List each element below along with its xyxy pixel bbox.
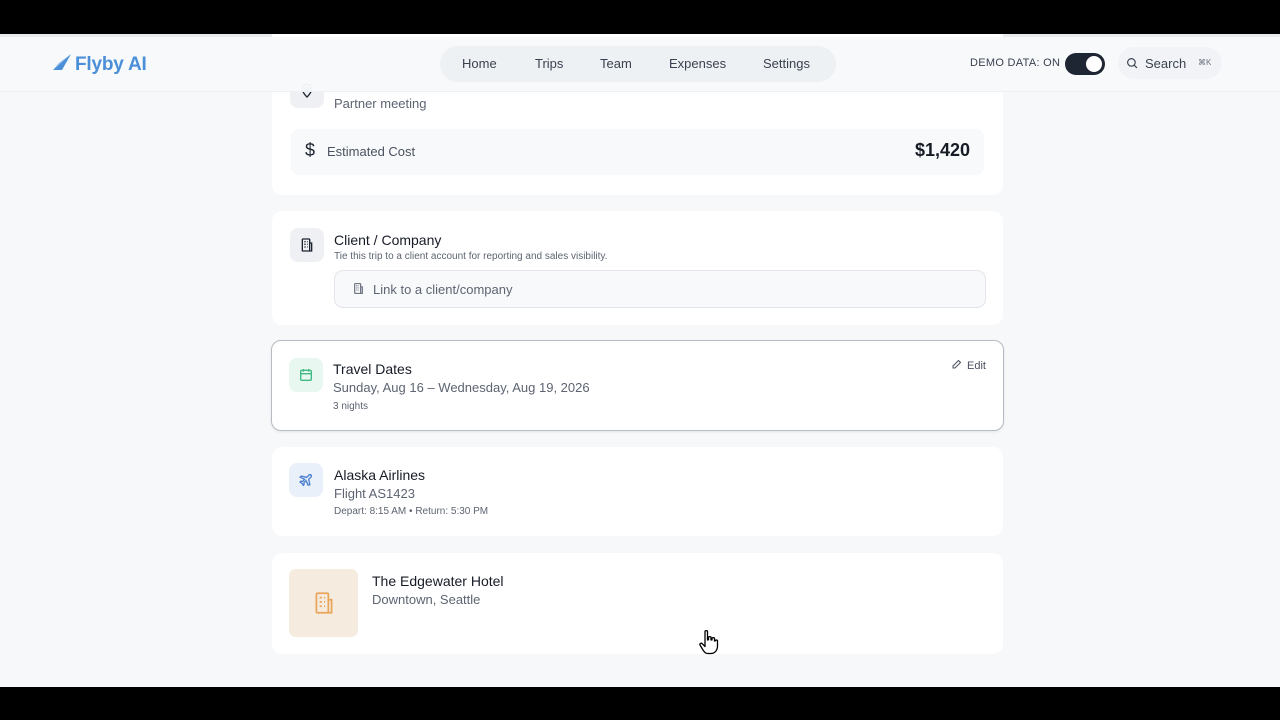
estimated-cost-row: $ Estimated Cost $1,420: [291, 129, 984, 175]
calendar-icon: [289, 358, 323, 392]
link-client-input[interactable]: Link to a client/company: [334, 270, 986, 308]
demo-data-label: DEMO DATA: ON: [970, 57, 1061, 69]
plane-icon: [289, 463, 323, 497]
link-client-placeholder: Link to a client/company: [373, 282, 513, 297]
dates-nights: 3 nights: [333, 401, 369, 412]
dollar-icon: $: [305, 140, 316, 160]
building-icon: [352, 282, 365, 300]
nav-team[interactable]: Team: [600, 56, 632, 71]
nav-home[interactable]: Home: [462, 56, 497, 71]
client-title: Client / Company: [334, 232, 442, 248]
edit-label: Edit: [967, 359, 986, 372]
dates-title: Travel Dates: [333, 361, 412, 377]
client-company-card: Client / Company Tie this trip to a clie…: [272, 211, 1003, 325]
nav-trips[interactable]: Trips: [535, 56, 563, 71]
travel-dates-card[interactable]: Travel Dates Sunday, Aug 16 – Wednesday,…: [271, 340, 1004, 431]
paper-plane-icon: [52, 53, 72, 76]
search-label: Search: [1145, 56, 1187, 71]
search-shortcut: ⌘K: [1198, 58, 1212, 67]
letterbox-top: [0, 0, 1280, 34]
hotel-card[interactable]: The Edgewater Hotel Downtown, Seattle: [272, 553, 1003, 654]
hotel-building-icon: [289, 569, 358, 637]
search-button[interactable]: Search ⌘K: [1118, 47, 1222, 79]
hand-cursor-icon: [698, 629, 720, 660]
client-description: Tie this trip to a client account for re…: [334, 251, 608, 262]
nav-settings[interactable]: Settings: [763, 56, 810, 71]
pencil-icon: [951, 358, 963, 373]
app-window: Partner meeting $ Estimated Cost $1,420 …: [0, 34, 1280, 687]
brand-logo[interactable]: Flyby AI: [52, 53, 147, 76]
flight-card[interactable]: Alaska Airlines Flight AS1423 Depart: 8:…: [272, 447, 1003, 536]
main-nav: Home Trips Team Expenses Settings: [440, 46, 836, 82]
building-icon: [290, 228, 324, 262]
flight-times: Depart: 8:15 AM • Return: 5:30 PM: [334, 506, 489, 517]
flight-number: Flight AS1423: [334, 486, 415, 501]
cost-label: Estimated Cost: [327, 144, 416, 159]
purpose-subtitle: Partner meeting: [334, 96, 427, 111]
search-icon: [1125, 56, 1139, 75]
edit-dates-button[interactable]: Edit: [951, 358, 986, 373]
airline-name: Alaska Airlines: [334, 467, 426, 483]
demo-data-toggle[interactable]: [1065, 53, 1105, 75]
dates-range: Sunday, Aug 16 – Wednesday, Aug 19, 2026: [333, 380, 590, 395]
letterbox-bottom: [0, 687, 1280, 720]
brand-name: Flyby AI: [75, 53, 147, 75]
cost-value: $1,420: [914, 140, 970, 160]
hotel-name: The Edgewater Hotel: [372, 573, 504, 589]
nav-expenses[interactable]: Expenses: [669, 56, 726, 71]
hotel-location: Downtown, Seattle: [372, 592, 481, 607]
top-nav-bar: Flyby AI Home Trips Team Expenses Settin…: [0, 37, 1280, 92]
toggle-knob: [1086, 56, 1102, 72]
